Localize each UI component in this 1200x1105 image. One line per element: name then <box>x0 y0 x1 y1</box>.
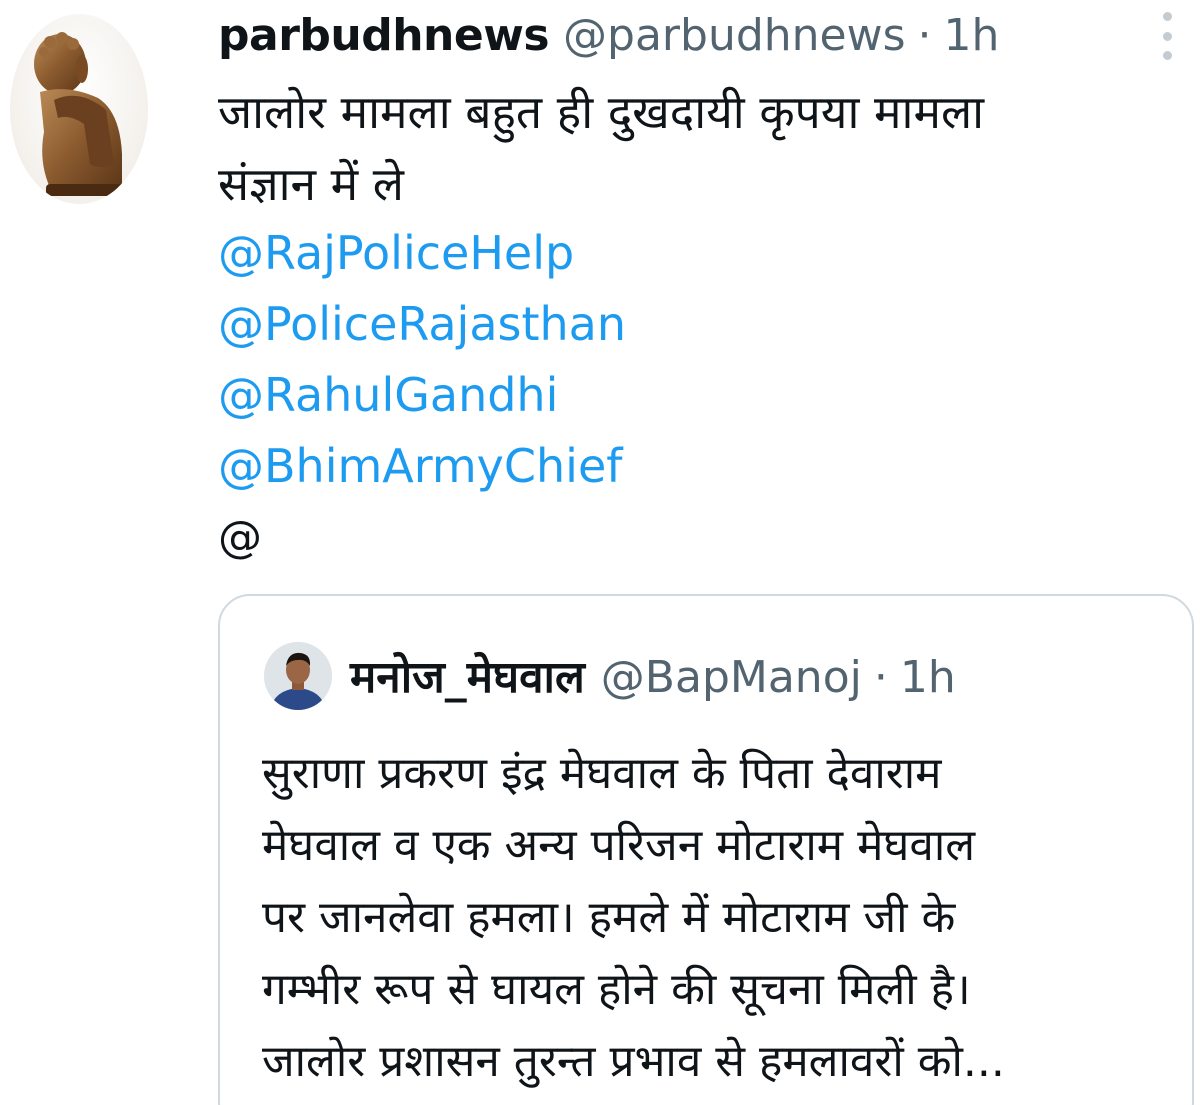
author-avatar[interactable] <box>10 14 148 204</box>
tweet-header: parbudhnews @parbudhnews · 1h <box>218 10 999 62</box>
quoted-tweet-timestamp[interactable]: 1h <box>900 648 956 708</box>
separator-dot: · <box>917 10 932 61</box>
quoted-tweet-text: सुराणा प्रकरण इंद्र मेघवाल के पिता देवार… <box>262 738 1162 1098</box>
tweet-text-line: जालोर मामला बहुत ही दुखदायी कृपया मामला <box>218 85 985 139</box>
mention-link-rahulgandhi[interactable]: @RahulGandhi <box>218 360 626 431</box>
more-options-button[interactable] <box>1155 12 1179 60</box>
mention-link-rajpolicehelp[interactable]: @RajPoliceHelp <box>218 218 626 289</box>
mention-link-policerajasthan[interactable]: @PoliceRajasthan <box>218 289 626 360</box>
trailing-at-text: @ <box>218 512 262 563</box>
quoted-text-line: सुराणा प्रकरण इंद्र मेघवाल के पिता देवार… <box>262 748 942 799</box>
mention-link-bhimarmychief[interactable]: @BhimArmyChief <box>218 431 626 502</box>
quoted-tweet-card[interactable]: मनोज_मेघवाल @BapManoj · 1h सुराणा प्रकरण… <box>218 594 1194 1105</box>
separator-dot: · <box>873 652 888 703</box>
more-vertical-icon <box>1162 12 1172 60</box>
tweet-text-line: संज्ञान में ले <box>218 157 404 211</box>
tweet-text: जालोर मामला बहुत ही दुखदायी कृपया मामला … <box>218 76 1148 220</box>
quoted-text-line: मेघवाल व एक अन्य परिजन मोटाराम मेघवाल <box>262 820 976 871</box>
quoted-tweet-header: मनोज_मेघवाल @BapManoj · 1h <box>350 648 956 708</box>
mention-list: @RajPoliceHelp @PoliceRajasthan @RahulGa… <box>218 218 626 502</box>
author-name[interactable]: parbudhnews <box>218 10 550 62</box>
quoted-author-name[interactable]: मनोज_मेघवाल <box>350 648 585 708</box>
author-handle[interactable]: @parbudhnews <box>563 10 905 62</box>
quoted-text-line: गम्भीर रूप से घायल होने की सूचना मिली है… <box>262 964 971 1015</box>
tweet-timestamp[interactable]: 1h <box>944 10 1000 62</box>
quoted-author-avatar[interactable] <box>264 642 332 710</box>
user-photo-avatar-icon <box>264 642 332 710</box>
quoted-author-handle[interactable]: @BapManoj <box>601 648 862 708</box>
quoted-text-line: पर जानलेवा हमला। हमले में मोटाराम जी के <box>262 892 956 943</box>
quoted-text-line: जालोर प्रशासन तुरन्त प्रभाव से हमलावरों … <box>262 1036 1005 1087</box>
buddha-statue-avatar-icon <box>34 32 128 196</box>
